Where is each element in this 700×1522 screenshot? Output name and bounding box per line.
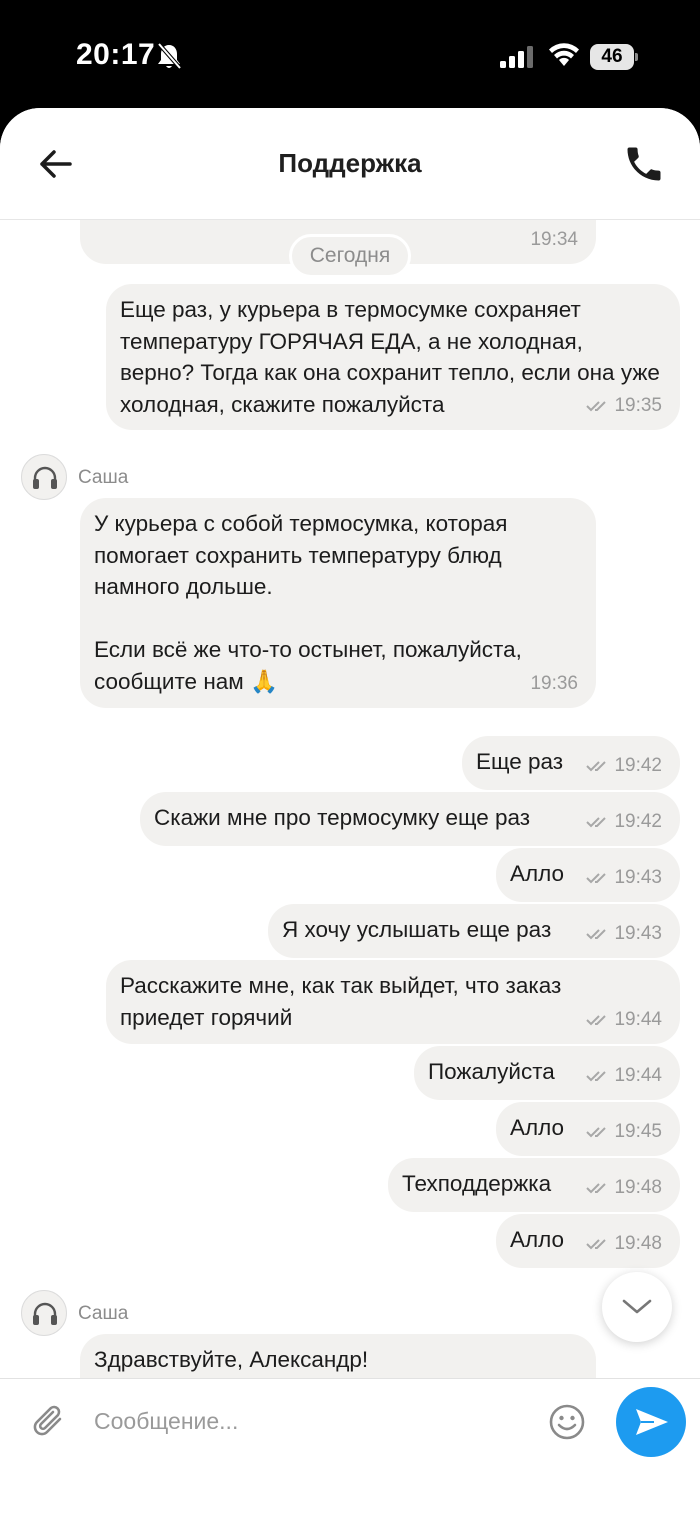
message-composer xyxy=(0,1378,700,1522)
message-text: У курьера с собой термосумка, которая по… xyxy=(94,511,522,694)
message-bubble-outgoing: Алло 19:43 xyxy=(496,848,680,902)
message-meta: 19:43 xyxy=(586,868,662,888)
message-text: Алло xyxy=(510,861,565,886)
message-meta: 19:34 xyxy=(530,230,578,250)
message-text: Расскажите мне, как так выйдет, что зака… xyxy=(120,973,568,1030)
smile-icon[interactable] xyxy=(548,1403,586,1441)
message-time: 19:44 xyxy=(614,1009,662,1030)
message-input[interactable] xyxy=(94,1401,524,1441)
message-bubble-outgoing: Алло 19:45 xyxy=(496,1102,680,1156)
message-time: 19:44 xyxy=(614,1065,662,1086)
double-check-icon xyxy=(586,1183,607,1194)
message-meta: 19:45 xyxy=(586,1122,662,1142)
message-list[interactable]: 19:34 Сегодня Еще раз, у курьера в термо… xyxy=(0,220,700,1378)
message-text: Еще раз, у курьера в термосумке сохраняе… xyxy=(120,297,667,417)
message-meta: 19:48 xyxy=(586,1234,662,1254)
headset-icon xyxy=(33,466,57,489)
message-bubble-incoming: Здравствуйте, Александр! xyxy=(80,1334,596,1378)
double-check-icon xyxy=(586,1015,607,1026)
phone-icon[interactable] xyxy=(622,142,666,186)
wifi-icon xyxy=(549,43,579,66)
message-time: 19:48 xyxy=(614,1177,662,1198)
headset-icon xyxy=(33,1302,57,1325)
message-meta: 19:48 xyxy=(586,1178,662,1198)
send-icon xyxy=(636,1409,668,1435)
message-bubble-outgoing: Расскажите мне, как так выйдет, что зака… xyxy=(106,960,680,1044)
sender-name: Саша xyxy=(78,1303,129,1324)
double-check-icon xyxy=(586,761,607,772)
message-time: 19:45 xyxy=(614,1121,662,1142)
avatar xyxy=(21,1290,67,1336)
status-time: 20:17 xyxy=(76,38,156,71)
message-meta: 19:42 xyxy=(586,756,662,776)
message-bubble-outgoing: Техподдержка 19:48 xyxy=(388,1158,680,1212)
message-text: Пожалуйста xyxy=(428,1059,555,1084)
double-check-icon xyxy=(586,1071,607,1082)
send-button[interactable] xyxy=(616,1387,686,1457)
message-text: Скажи мне про термосумку еще раз xyxy=(154,805,531,830)
message-time: 19:42 xyxy=(614,811,662,832)
message-bubble-outgoing: Я хочу услышать еще раз 19:43 xyxy=(268,904,680,958)
message-text: Еще раз xyxy=(476,749,564,774)
double-check-icon xyxy=(586,1127,607,1138)
message-meta: 19:36 xyxy=(530,674,578,694)
message-bubble-incoming: У курьера с собой термосумка, которая по… xyxy=(80,498,596,708)
scroll-down-button[interactable] xyxy=(602,1272,672,1342)
message-meta: 19:44 xyxy=(586,1066,662,1086)
message-text: Я хочу услышать еще раз xyxy=(282,917,552,942)
chevron-down-icon xyxy=(622,1299,652,1314)
battery-level: 46 xyxy=(590,44,634,70)
message-bubble-outgoing: Скажи мне про термосумку еще раз 19:42 xyxy=(140,792,680,846)
message-bubble-outgoing: Пожалуйста 19:44 xyxy=(414,1046,680,1100)
message-text: Алло xyxy=(510,1115,565,1140)
double-check-icon xyxy=(586,817,607,828)
status-bar: 20:17 46 xyxy=(0,0,700,110)
paperclip-icon[interactable] xyxy=(30,1401,68,1441)
message-meta: 19:35 xyxy=(586,396,662,416)
message-bubble-outgoing: Алло 19:48 xyxy=(496,1214,680,1268)
message-time: 19:43 xyxy=(614,923,662,944)
sender-name: Саша xyxy=(78,467,129,488)
message-bubble-outgoing: Еще раз 19:42 xyxy=(462,736,680,790)
bell-off-icon xyxy=(157,42,182,70)
date-separator: Сегодня xyxy=(289,234,411,278)
avatar xyxy=(21,454,67,500)
message-meta: 19:42 xyxy=(586,812,662,832)
double-check-icon xyxy=(586,401,607,412)
chat-header: Поддержка xyxy=(0,108,700,220)
message-text: Алло xyxy=(510,1227,565,1252)
message-meta: 19:44 xyxy=(586,1010,662,1030)
message-time: 19:35 xyxy=(614,395,662,416)
message-time: 19:43 xyxy=(614,867,662,888)
battery-tip xyxy=(635,53,638,61)
double-check-icon xyxy=(586,873,607,884)
message-time: 19:36 xyxy=(530,673,578,694)
message-time: 19:34 xyxy=(530,229,578,250)
battery-indicator: 46 xyxy=(590,44,638,70)
message-text: Здравствуйте, Александр! xyxy=(94,1347,369,1372)
message-text: Техподдержка xyxy=(402,1171,552,1196)
double-check-icon xyxy=(586,929,607,940)
message-meta: 19:43 xyxy=(586,924,662,944)
message-time: 19:42 xyxy=(614,755,662,776)
chat-screen: Поддержка 19:34 Сегодня Еще раз, у курье… xyxy=(0,108,700,1522)
page-title: Поддержка xyxy=(278,148,422,178)
double-check-icon xyxy=(586,1239,607,1250)
message-bubble-outgoing: Еще раз, у курьера в термосумке сохраняе… xyxy=(106,284,680,430)
message-time: 19:48 xyxy=(614,1233,662,1254)
signal-icon xyxy=(500,46,533,68)
